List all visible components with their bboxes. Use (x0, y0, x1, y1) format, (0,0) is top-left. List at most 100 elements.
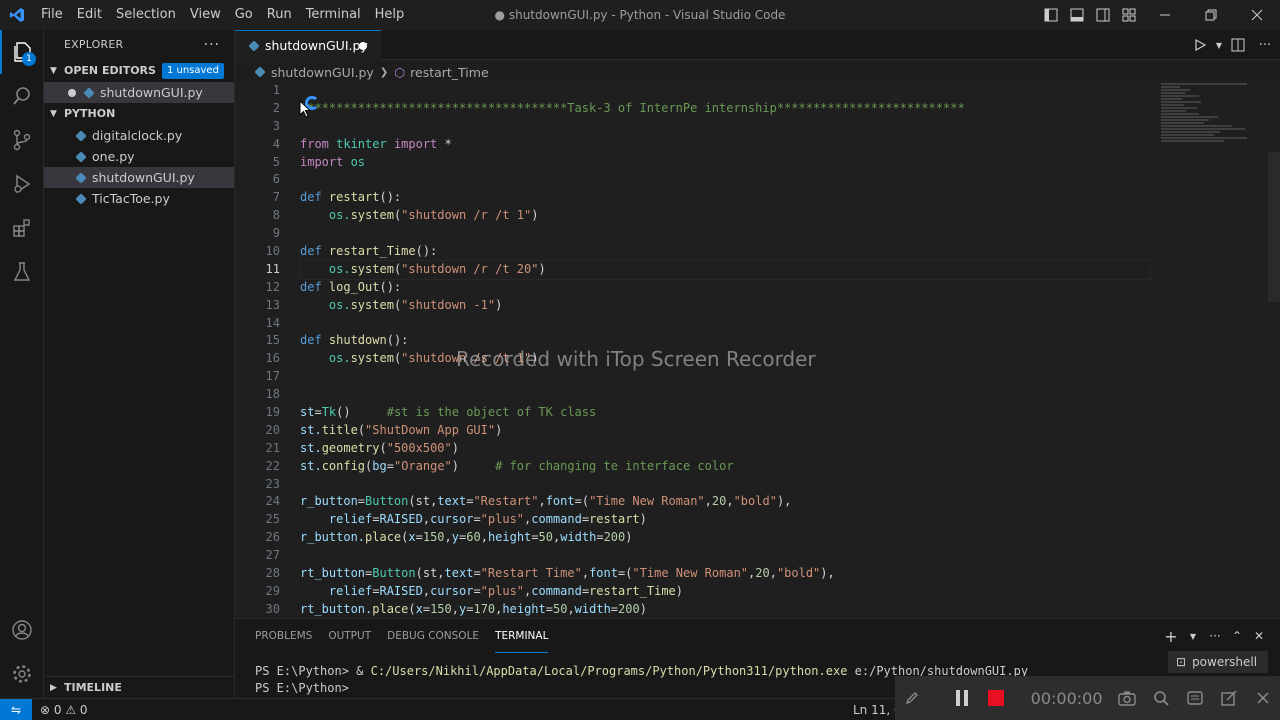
more-actions-icon[interactable]: ··· (204, 30, 220, 60)
mouse-pointer-icon (299, 99, 312, 122)
close-panel-icon[interactable]: ✕ (1248, 629, 1270, 643)
code-line: os.system("shutdown /r /t 1") (300, 208, 539, 223)
source-control-icon[interactable] (0, 118, 44, 162)
python-file-icon (254, 66, 266, 78)
code-line: r_button=Button(st,text="Restart",font=(… (300, 494, 792, 509)
scrollbar-thumb[interactable] (1268, 152, 1280, 302)
code-line: r_button.place(x=150,y=60,height=50,widt… (300, 530, 633, 545)
open-editor-item[interactable]: shutdownGUI.py (44, 82, 234, 103)
split-editor-icon[interactable] (1226, 30, 1250, 60)
minimize-icon[interactable] (1142, 0, 1188, 30)
title-bar: File Edit Selection View Go Run Terminal… (0, 0, 1280, 30)
customize-layout-icon[interactable] (1117, 0, 1141, 30)
menu-list-icon[interactable] (1178, 676, 1212, 720)
toggle-primary-sidebar-icon[interactable] (1039, 0, 1063, 30)
line-number-gutter: 1 2 3 4 5 6 7 8 9 10 11 12 13 14 15 16 1… (265, 83, 280, 616)
menu-bar: File Edit Selection View Go Run Terminal… (34, 0, 411, 30)
code-line: st=Tk() #st is the object of TK class (300, 405, 597, 420)
python-file-icon (75, 171, 87, 184)
restore-icon[interactable] (1188, 0, 1234, 30)
python-file-icon (75, 150, 87, 163)
code-line: def restart_Time(): (300, 244, 438, 259)
screen-recorder-toolbar: 00:00:00 (895, 676, 1280, 720)
code-line: os.system("shutdown -1") (300, 297, 503, 312)
terminal-icon: ⊡ (1176, 655, 1187, 669)
record-timer: 00:00:00 (1030, 688, 1103, 708)
explorer-icon[interactable]: 1 (0, 30, 44, 74)
tab-shutdowngui[interactable]: shutdownGUI.py (235, 30, 381, 60)
settings-gear-icon[interactable] (0, 652, 44, 696)
tab-output[interactable]: OUTPUT (328, 619, 371, 653)
timeline-section[interactable]: ▶ TIMELINE (44, 676, 234, 698)
recorder-watermark: Recorded with iTop Screen Recorder (456, 347, 816, 371)
menu-run[interactable]: Run (260, 0, 299, 30)
pen-icon[interactable] (895, 676, 929, 720)
terminal-instance-powershell[interactable]: ⊡ powershell (1168, 651, 1268, 673)
file-item[interactable]: digitalclock.py (44, 125, 234, 146)
close-recorder-icon[interactable] (1246, 676, 1280, 720)
close-window-icon[interactable] (1234, 0, 1280, 30)
camera-icon[interactable] (1111, 676, 1145, 720)
file-item[interactable]: TicTacToe.py (44, 188, 234, 209)
pause-icon[interactable] (945, 676, 979, 720)
minimap[interactable] (1161, 82, 1256, 162)
menu-file[interactable]: File (34, 0, 70, 30)
extensions-icon[interactable] (0, 206, 44, 250)
python-file-icon (248, 39, 260, 52)
folder-header[interactable]: ▼ PYTHON (44, 103, 234, 125)
tab-debug-console[interactable]: DEBUG CONSOLE (387, 619, 479, 653)
chevron-down-icon[interactable]: ▼ (1182, 632, 1204, 641)
breadcrumb-file[interactable]: shutdownGUI.py (271, 65, 374, 80)
python-file-icon (75, 192, 87, 205)
tab-terminal[interactable]: TERMINAL (495, 619, 549, 653)
account-icon[interactable] (0, 608, 44, 652)
problems-count[interactable]: ⊗ 0 ⚠ 0 (40, 703, 88, 717)
file-item[interactable]: shutdownGUI.py (44, 167, 234, 188)
more-actions-icon[interactable]: ··· (1250, 30, 1280, 60)
run-debug-icon[interactable] (0, 162, 44, 206)
stop-record-icon[interactable] (979, 676, 1013, 720)
menu-edit[interactable]: Edit (70, 0, 109, 30)
new-terminal-icon[interactable]: + (1160, 627, 1182, 646)
editor-tabs: shutdownGUI.py ▼ ··· (235, 30, 1280, 60)
testing-icon[interactable] (0, 250, 44, 294)
vscode-logo-icon (0, 0, 34, 30)
code-line: st.config(bg="Orange") # for changing te… (300, 458, 734, 473)
vertical-scrollbar[interactable] (1268, 82, 1280, 616)
remote-indicator-icon[interactable]: ⇋ (0, 698, 32, 720)
run-python-file-icon[interactable] (1188, 30, 1212, 60)
code-line: *************************************Tas… (300, 100, 965, 115)
menu-go[interactable]: Go (228, 0, 260, 30)
function-symbol-icon: ⬡ (394, 64, 406, 80)
breadcrumb-symbol[interactable]: restart_Time (410, 65, 489, 80)
menu-terminal[interactable]: Terminal (299, 0, 368, 30)
explorer-badge: 1 (22, 52, 36, 66)
toggle-panel-icon[interactable] (1065, 0, 1089, 30)
zoom-icon[interactable] (1144, 676, 1178, 720)
open-editors-header[interactable]: ▼ OPEN EDITORS 1 unsaved (44, 60, 234, 82)
tab-problems[interactable]: PROBLEMS (255, 619, 312, 653)
unsaved-dot-icon[interactable] (359, 42, 367, 50)
chevron-right-icon: ▶ (50, 683, 57, 693)
unsaved-dot-icon[interactable] (68, 88, 76, 97)
chevron-down-icon[interactable]: ▼ (1212, 30, 1226, 60)
toggle-secondary-sidebar-icon[interactable] (1091, 0, 1115, 30)
edit-icon[interactable] (1212, 676, 1246, 720)
menu-selection[interactable]: Selection (109, 0, 183, 30)
more-actions-icon[interactable]: ··· (1204, 629, 1226, 643)
code-line: relief=RAISED,cursor="plus",command=rest… (300, 583, 684, 598)
menu-help[interactable]: Help (368, 0, 412, 30)
explorer-sidebar: EXPLORER ··· ▼ OPEN EDITORS 1 unsaved sh… (44, 30, 235, 698)
file-item[interactable]: one.py (44, 146, 234, 167)
maximize-panel-icon[interactable]: ⌃ (1226, 629, 1248, 643)
code-line: st.geometry("500x500") (300, 440, 459, 455)
menu-view[interactable]: View (183, 0, 228, 30)
code-line: def log_Out(): (300, 279, 402, 294)
search-icon[interactable] (0, 74, 44, 118)
